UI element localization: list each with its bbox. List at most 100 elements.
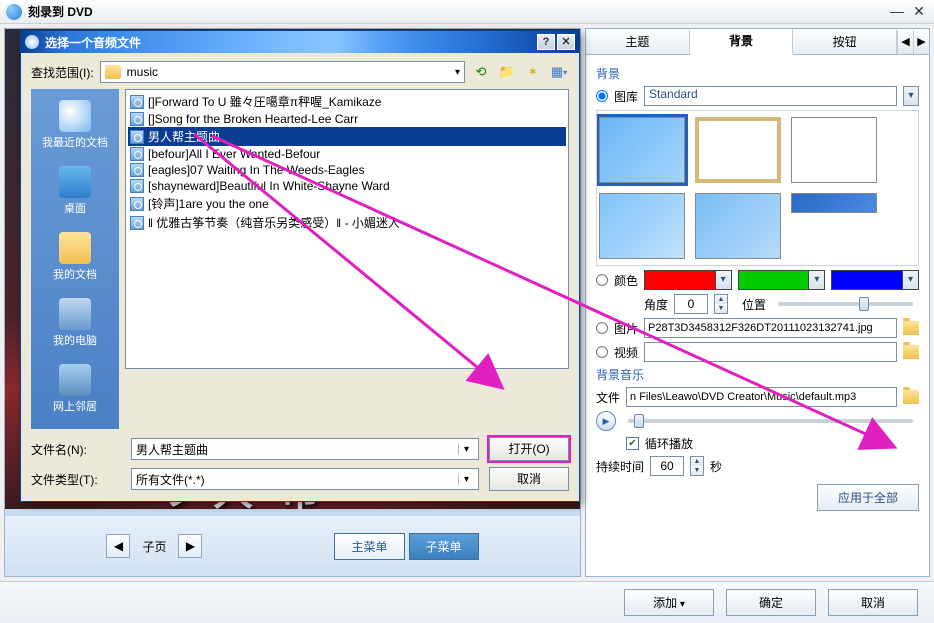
duration-spinner[interactable]: ▲▼ xyxy=(690,456,704,476)
dialog-title: 选择一个音频文件 xyxy=(45,34,141,51)
lookin-combo[interactable]: music ▾ xyxy=(100,61,465,83)
cancel-button[interactable]: 取消 xyxy=(828,589,918,616)
music-section-title: 背景音乐 xyxy=(596,366,919,383)
image-label: 图片 xyxy=(614,320,638,337)
bg-thumb[interactable] xyxy=(695,117,781,183)
settings-panel: 主题 背景 按钮 ◀ ▶ 背景 图库 Standard ▾ xyxy=(585,28,930,577)
tab-background[interactable]: 背景 xyxy=(690,29,794,55)
place-computer[interactable]: 我的电脑 xyxy=(33,293,117,357)
add-button[interactable]: 添加 xyxy=(624,589,714,616)
audio-file-icon xyxy=(130,130,144,144)
browse-music-icon[interactable] xyxy=(903,390,919,404)
dialog-close-button[interactable]: ✕ xyxy=(557,34,575,50)
view-menu-icon[interactable]: ▦▾ xyxy=(549,62,569,82)
library-select[interactable]: Standard xyxy=(644,86,897,106)
up-folder-icon[interactable]: 📁 xyxy=(497,62,517,82)
minimize-button[interactable]: — xyxy=(888,4,906,20)
dialog-icon xyxy=(25,35,39,49)
color-swatch-red[interactable]: ▾ xyxy=(644,270,732,290)
place-documents[interactable]: 我的文档 xyxy=(33,227,117,291)
file-dialog: 选择一个音频文件 ? ✕ 查找范围(I): music ▾ ⟲ 📁 ✶ ▦▾ 我… xyxy=(20,30,580,502)
audio-file-icon xyxy=(130,112,144,126)
radio-image[interactable] xyxy=(596,322,608,334)
library-caret-icon[interactable]: ▾ xyxy=(903,86,919,106)
file-item[interactable]: [eagles]07 Waiting In The Weeds-Eagles xyxy=(128,162,566,178)
angle-label: 角度 xyxy=(644,296,668,313)
loop-label: 循环播放 xyxy=(645,435,693,452)
file-name: ‖ 优雅古筝节奏（纯音乐另类感受）‖ - 小媚迷人 xyxy=(148,214,400,231)
tab-scroll-left[interactable]: ◀ xyxy=(897,30,913,54)
play-button[interactable]: ▶ xyxy=(596,411,616,431)
file-item[interactable]: []Forward To U 雖々圧噶章π秤喔_Kamikaze xyxy=(128,92,566,111)
filetype-select[interactable]: 所有文件(*.*)▾ xyxy=(131,468,479,490)
angle-input[interactable] xyxy=(674,294,708,314)
place-desktop[interactable]: 桌面 xyxy=(33,161,117,225)
next-page-button[interactable]: ▶ xyxy=(178,534,202,558)
tab-theme[interactable]: 主题 xyxy=(586,30,690,54)
new-folder-icon[interactable]: ✶ xyxy=(523,62,543,82)
bg-thumb[interactable] xyxy=(599,193,685,259)
place-network[interactable]: 网上邻居 xyxy=(33,359,117,423)
main-menu-button[interactable]: 主菜单 xyxy=(334,533,404,560)
tab-button[interactable]: 按钮 xyxy=(793,30,897,54)
prev-page-button[interactable]: ◀ xyxy=(106,534,130,558)
file-name: []Forward To U 雖々圧噶章π秤喔_Kamikaze xyxy=(148,93,381,110)
tabs-row: 主题 背景 按钮 ◀ ▶ xyxy=(586,29,929,55)
loop-checkbox[interactable]: ✔ xyxy=(626,437,639,450)
bg-thumb[interactable] xyxy=(791,193,877,213)
file-item[interactable]: 男人帮主题曲 xyxy=(128,127,566,146)
file-item[interactable]: []Song for the Broken Hearted-Lee Carr xyxy=(128,111,566,127)
angle-spinner[interactable]: ▲▼ xyxy=(714,294,728,314)
file-name: [铃声]1are you the one xyxy=(148,195,269,212)
lookin-label: 查找范围(I): xyxy=(31,64,94,81)
filename-input[interactable]: 男人帮主题曲▾ xyxy=(131,438,479,460)
apply-all-button[interactable]: 应用于全部 xyxy=(817,484,919,511)
music-path-input[interactable] xyxy=(626,387,897,407)
browse-video-icon[interactable] xyxy=(903,345,919,359)
radio-color[interactable] xyxy=(596,274,608,286)
duration-input[interactable] xyxy=(650,456,684,476)
bg-thumb[interactable] xyxy=(695,193,781,259)
file-item[interactable]: [铃声]1are you the one xyxy=(128,194,566,213)
duration-label: 持续时间 xyxy=(596,458,644,475)
file-name: [shayneward]Beautiful In White-Shayne Wa… xyxy=(148,179,390,193)
image-path-input[interactable] xyxy=(644,318,897,338)
thumbnail-grid xyxy=(596,110,919,266)
position-slider[interactable] xyxy=(778,302,913,306)
file-name: []Song for the Broken Hearted-Lee Carr xyxy=(148,112,358,126)
filename-label: 文件名(N): xyxy=(31,441,121,458)
music-file-label: 文件 xyxy=(596,389,620,406)
folder-icon xyxy=(105,65,121,79)
radio-library[interactable] xyxy=(596,90,608,102)
music-progress-slider[interactable] xyxy=(628,419,913,423)
browse-image-icon[interactable] xyxy=(903,321,919,335)
video-label: 视频 xyxy=(614,344,638,361)
nav-bar: ◀ 子页 ▶ 主菜单 子菜单 xyxy=(5,516,580,576)
dialog-cancel-button[interactable]: 取消 xyxy=(489,467,569,491)
sub-menu-button[interactable]: 子菜单 xyxy=(409,533,479,560)
open-button[interactable]: 打开(O) xyxy=(489,437,569,461)
file-item[interactable]: [befour]All I Ever Wanted-Befour xyxy=(128,146,566,162)
file-list[interactable]: []Forward To U 雖々圧噶章π秤喔_Kamikaze []Song f… xyxy=(125,89,569,369)
ok-button[interactable]: 确定 xyxy=(726,589,816,616)
file-item[interactable]: ‖ 优雅古筝节奏（纯音乐另类感受）‖ - 小媚迷人 xyxy=(128,213,566,232)
dialog-help-button[interactable]: ? xyxy=(537,34,555,50)
file-name: 男人帮主题曲 xyxy=(148,128,220,145)
subpage-label: 子页 xyxy=(142,538,166,555)
audio-file-icon xyxy=(130,179,144,193)
footer: 添加 确定 取消 xyxy=(0,581,934,623)
bg-thumb[interactable] xyxy=(791,117,877,183)
video-path-input[interactable] xyxy=(644,342,897,362)
file-item[interactable]: [shayneward]Beautiful In White-Shayne Wa… xyxy=(128,178,566,194)
audio-file-icon xyxy=(130,95,144,109)
color-swatch-green[interactable]: ▾ xyxy=(738,270,826,290)
color-swatch-blue[interactable]: ▾ xyxy=(831,270,919,290)
close-button[interactable]: ✕ xyxy=(910,4,928,20)
dialog-titlebar[interactable]: 选择一个音频文件 ? ✕ xyxy=(21,31,579,53)
back-icon[interactable]: ⟲ xyxy=(471,62,491,82)
audio-file-icon xyxy=(130,216,144,230)
tab-scroll-right[interactable]: ▶ xyxy=(913,30,929,54)
place-recent[interactable]: 我最近的文档 xyxy=(33,95,117,159)
radio-video[interactable] xyxy=(596,346,608,358)
bg-thumb[interactable] xyxy=(599,117,685,183)
